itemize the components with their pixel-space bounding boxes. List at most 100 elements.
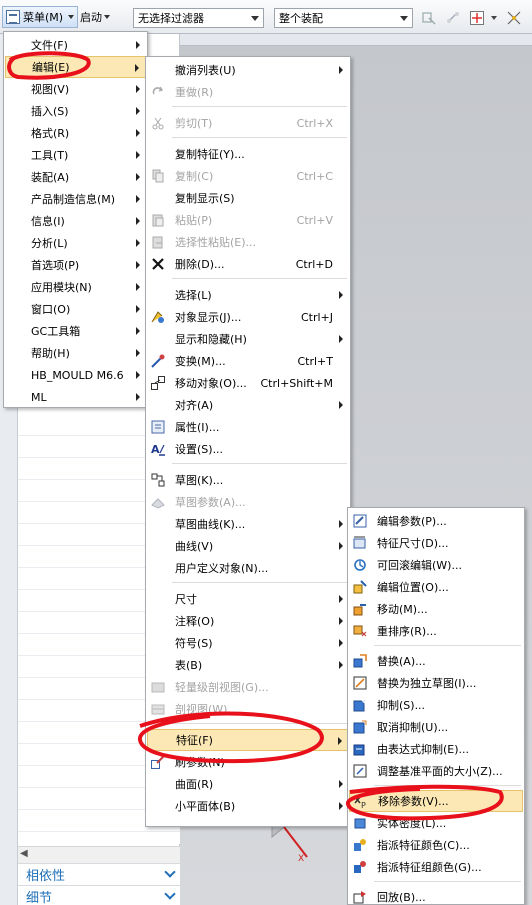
menu-separator <box>172 723 347 724</box>
edit-menu-item[interactable]: A 设置(S)... <box>147 438 349 460</box>
submenu-arrow-icon <box>136 349 140 357</box>
submenu-arrow-icon <box>339 520 343 528</box>
feature-menu-item[interactable]: 由表达式抑制(E)... <box>349 738 523 760</box>
feature-menu-item-label: 移除参数(V)... <box>378 795 449 808</box>
submenu-arrow-icon <box>136 195 140 203</box>
feature-menu-item[interactable]: 可回滚编辑(W)... <box>349 554 523 576</box>
edit-menu-item[interactable]: 属性(I)... <box>147 416 349 438</box>
edit-menu-item: 选择性粘贴(E)... <box>147 231 349 253</box>
expression-suppress-icon <box>352 741 368 757</box>
settings-icon: A <box>150 441 166 457</box>
edit-menu-item[interactable]: 显示和隐藏(H) <box>147 328 349 350</box>
edit-menu-item-label: 小平面体(B) <box>175 800 236 813</box>
panel-details[interactable]: 细节 <box>18 885 180 905</box>
edit-menu-item[interactable]: 撤消列表(U) <box>147 59 349 81</box>
feature-menu-item[interactable]: 替换为独立草图(I)... <box>349 672 523 694</box>
edit-menu-item-label: 曲线(V) <box>175 540 214 553</box>
main-menu-item[interactable]: 格式(R) <box>5 122 146 144</box>
feature-menu-item-label: 指派特征组颜色(G)... <box>377 861 482 874</box>
edit-menu-item[interactable]: 删除(D)... Ctrl+D <box>147 253 349 275</box>
edit-menu-item[interactable]: 用户定义对象(N)... <box>147 557 349 579</box>
feature-menu-item[interactable]: 替换(A)... <box>349 650 523 672</box>
main-menu-item[interactable]: 首选项(P) <box>5 254 146 276</box>
edit-menu-item[interactable]: 对齐(A) <box>147 394 349 416</box>
feature-menu-item[interactable]: 指派特征组颜色(G)... <box>349 856 523 878</box>
edit-menu-item[interactable]: 草图曲线(K)... <box>147 513 349 535</box>
snap-icon[interactable] <box>421 10 437 26</box>
edit-menu-item[interactable]: 对象显示(J)... Ctrl+J <box>147 306 349 328</box>
horizontal-scrollbar[interactable]: ◀ <box>18 846 180 863</box>
edit-menu-item[interactable]: 选择(L) <box>147 284 349 306</box>
move-icon <box>352 601 368 617</box>
selection-scope-dropdown[interactable]: 整个装配 <box>274 8 413 28</box>
main-menu-item-label: 插入(S) <box>31 105 69 118</box>
feature-menu-item[interactable]: 回放(B)... <box>349 886 523 905</box>
feature-menu-item[interactable]: 编辑参数(P)... <box>349 510 523 532</box>
menu-icon <box>6 10 20 24</box>
selection-filter-dropdown[interactable]: 无选择过滤器 <box>133 8 264 28</box>
point-snap-icon[interactable] <box>469 10 485 26</box>
edit-menu-item[interactable]: 变换(M)... Ctrl+T <box>147 350 349 372</box>
edit-menu-item[interactable]: 特征(F) <box>147 729 349 751</box>
feature-menu-item[interactable]: 移动(M)... <box>349 598 523 620</box>
edit-menu-item[interactable]: 注释(O) <box>147 610 349 632</box>
edit-menu-item[interactable]: 符号(S) <box>147 632 349 654</box>
main-menu-item[interactable]: ML <box>5 386 146 408</box>
main-menu-item-label: 窗口(O) <box>31 303 71 316</box>
feature-menu-item[interactable]: 实体密度(L)... <box>349 812 523 834</box>
feature-menu-item-label: 可回滚编辑(W)... <box>377 559 462 572</box>
feature-menu-item[interactable]: 编辑位置(O)... <box>349 576 523 598</box>
edit-menu-item[interactable]: 复制显示(S) <box>147 187 349 209</box>
sketch-params-icon <box>150 494 166 510</box>
menu-button-label: 菜单(M) <box>23 11 64 24</box>
menu-separator <box>172 278 347 279</box>
edit-menu-item-label: 属性(I)... <box>175 421 220 434</box>
edit-menu-item[interactable]: 曲面(R) <box>147 773 349 795</box>
edit-menu-item[interactable]: 表(B) <box>147 654 349 676</box>
main-menu-item[interactable]: GC工具箱 <box>5 320 146 342</box>
main-menu-item[interactable]: 视图(V) <box>5 78 146 100</box>
scroll-left-icon[interactable]: ◀ <box>20 848 34 862</box>
edit-menu-item[interactable]: 草图(K)... <box>147 469 349 491</box>
main-menu-item[interactable]: 分析(L) <box>5 232 146 254</box>
main-menu-item[interactable]: 窗口(O) <box>5 298 146 320</box>
feature-menu-item[interactable]: 取消抑制(U)... <box>349 716 523 738</box>
main-menu-item[interactable]: HB_MOULD M6.6 <box>5 364 146 386</box>
main-menu-item[interactable]: 编辑(E) <box>5 56 146 78</box>
edit-menu-item[interactable]: 尺寸 <box>147 588 349 610</box>
main-menu-item[interactable]: 帮助(H) <box>5 342 146 364</box>
submenu-arrow-icon <box>136 239 140 247</box>
edit-menu-item[interactable]: 复制特征(Y)... <box>147 143 349 165</box>
start-button-label: 启动 <box>80 11 102 24</box>
menu-button[interactable]: 菜单(M) <box>2 6 78 28</box>
feature-menu-item[interactable]: 抑制(S)... <box>349 694 523 716</box>
feature-menu-item-label: 编辑参数(P)... <box>377 515 447 528</box>
feature-menu-item[interactable]: 特征尺寸(D)... <box>349 532 523 554</box>
main-menu-item[interactable]: 应用模块(N) <box>5 276 146 298</box>
feature-menu-item[interactable]: P 移除参数(V)... <box>349 790 523 812</box>
chevron-down-icon[interactable] <box>491 16 497 20</box>
main-menu-item-label: 产品制造信息(M) <box>31 193 116 206</box>
main-menu-item[interactable]: 插入(S) <box>5 100 146 122</box>
main-menu-item[interactable]: 工具(T) <box>5 144 146 166</box>
edit-menu-item[interactable]: 移动对象(O)... Ctrl+Shift+M <box>147 372 349 394</box>
object-display-icon <box>150 309 166 325</box>
panel-dependencies[interactable]: 相依性 <box>18 863 180 885</box>
feature-menu-item[interactable]: 指派特征颜色(C)... <box>349 834 523 856</box>
main-menu-item[interactable]: 文件(F) <box>5 34 146 56</box>
link-icon[interactable] <box>445 10 461 26</box>
edit-menu-item[interactable]: 小平面体(B) <box>147 795 349 817</box>
edit-menu-item-label: 尺寸 <box>175 593 197 606</box>
feature-menu-item[interactable]: 重排序(R)... <box>349 620 523 642</box>
main-menu-item[interactable]: 装配(A) <box>5 166 146 188</box>
main-menu-item[interactable]: 信息(I) <box>5 210 146 232</box>
edit-menu-item[interactable]: 刷参数(N) <box>147 751 349 773</box>
feature-menu-item[interactable]: 调整基准平面的大小(Z)... <box>349 760 523 782</box>
start-button[interactable]: 启动 <box>80 6 110 28</box>
main-menu-item[interactable]: 产品制造信息(M) <box>5 188 146 210</box>
feature-menu-item-label: 调整基准平面的大小(Z)... <box>377 765 503 778</box>
edit-menu-item: 复制(C) Ctrl+C <box>147 165 349 187</box>
edit-menu-item[interactable]: 曲线(V) <box>147 535 349 557</box>
main-menu-item-label: 应用模块(N) <box>31 281 92 294</box>
intersection-icon[interactable] <box>506 10 522 26</box>
